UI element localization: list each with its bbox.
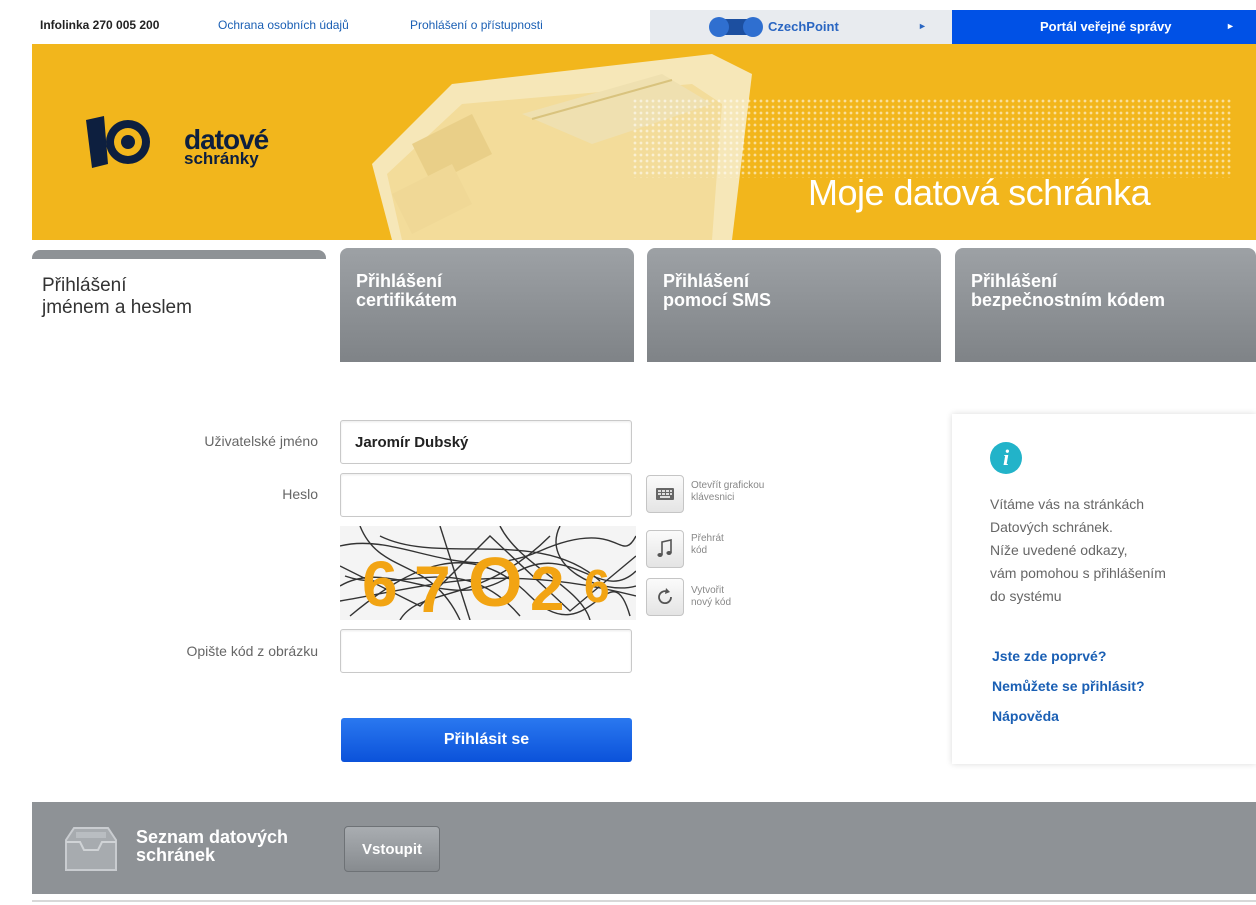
mailbox-list-bar: Seznam datových schránek Vstoupit [32, 802, 1256, 894]
page-title: Moje datová schránka [808, 172, 1151, 213]
divider [32, 900, 1256, 902]
mailbox-list-title: Seznam datových schránek [136, 827, 289, 865]
inbox-tray-icon [65, 827, 117, 871]
czechpoint-logo-icon [709, 17, 763, 37]
first-time-link[interactable]: Jste zde poprvé? [992, 648, 1106, 664]
refresh-captcha-text[interactable]: Vytvořit nový kód [691, 585, 731, 609]
captcha-label: Opište kód z obrázku [186, 643, 318, 659]
info-text: vám pomohou s přihlášením [990, 565, 1166, 581]
play-audio-button[interactable] [646, 530, 684, 568]
info-panel: i Vítáme vás na stránkách Datových schrá… [952, 414, 1256, 764]
dot-pattern [632, 98, 1232, 178]
captcha-char: 2 [530, 555, 564, 620]
tab-label: Přihlášení certifikátem [356, 271, 458, 310]
datove-schranky-logo-icon [86, 116, 150, 168]
tab-label: Přihlášení jménem a heslem [42, 275, 192, 318]
captcha-noise: 6 7 O 2 6 [340, 526, 636, 620]
tab-certificate[interactable]: Přihlášení certifikátem [340, 248, 634, 362]
keyboard-text[interactable]: Otevřít grafickou klávesnici [691, 480, 764, 504]
music-note-icon [657, 539, 672, 557]
password-label: Heslo [282, 486, 318, 502]
captcha-char: 6 [362, 548, 398, 620]
logo-text: schránky [184, 149, 259, 168]
arrow-right-icon: ► [1226, 21, 1235, 31]
info-text: Níže uvedené odkazy, [990, 542, 1128, 558]
info-text: Vítáme vás na stránkách [990, 496, 1145, 512]
help-link[interactable]: Nápověda [992, 708, 1059, 724]
captcha-char: 6 [584, 560, 610, 612]
tab-label: Přihlášení bezpečnostním kódem [971, 271, 1166, 310]
header-banner: datové schránky Moje datová schránka [32, 44, 1256, 240]
info-icon: i [990, 442, 1022, 474]
tab-security-code[interactable]: Přihlášení bezpečnostním kódem [955, 248, 1256, 362]
helpline-text: Infolinka 270 005 200 [40, 18, 160, 32]
play-audio-text[interactable]: Přehrát kód [691, 533, 724, 557]
refresh-icon [658, 588, 672, 605]
refresh-captcha-button[interactable] [646, 578, 684, 616]
tab-label: Přihlášení pomocí SMS [663, 271, 772, 310]
tab-name-password[interactable]: Přihlášení jménem a heslem [32, 250, 326, 371]
username-input[interactable] [340, 420, 632, 464]
password-input[interactable] [340, 473, 632, 517]
czechpoint-label: CzechPoint [768, 19, 839, 34]
tab-sms[interactable]: Přihlášení pomocí SMS [647, 248, 941, 362]
login-button[interactable]: Přihlásit se [341, 718, 632, 762]
captcha-char: O [468, 543, 522, 620]
captcha-char: 7 [414, 552, 451, 620]
privacy-link[interactable]: Ochrana osobních údajů [218, 18, 349, 32]
portal-link[interactable]: Portál veřejné správy ► [952, 10, 1256, 44]
captcha-image: 6 7 O 2 6 [340, 526, 636, 620]
arrow-right-icon: ► [918, 21, 927, 31]
username-label: Uživatelské jméno [204, 433, 318, 449]
enter-button[interactable]: Vstoupit [344, 826, 440, 872]
keyboard-button[interactable] [646, 475, 684, 513]
info-text: Datových schránek. [990, 519, 1113, 535]
accessibility-link[interactable]: Prohlášení o přístupnosti [410, 18, 543, 32]
captcha-input[interactable] [340, 629, 632, 673]
info-text: do systému [990, 588, 1062, 604]
portal-label: Portál veřejné správy [1040, 19, 1172, 34]
top-bar: Infolinka 270 005 200 Ochrana osobních ú… [0, 0, 1256, 44]
cannot-login-link[interactable]: Nemůžete se přihlásit? [992, 678, 1145, 694]
keyboard-icon [656, 488, 674, 500]
czechpoint-link[interactable]: CzechPoint ► [650, 10, 952, 44]
